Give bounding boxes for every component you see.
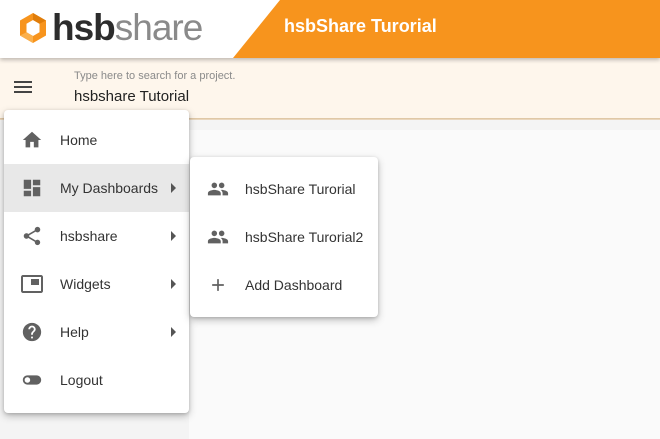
dashboard-icon [20,176,44,200]
dashboard-item-label: hsbShare Turorial2 [245,229,364,245]
chevron-right-icon [171,327,176,337]
help-icon [20,320,44,344]
widgets-icon [20,272,44,296]
dashboards-submenu: hsbShare Turorial hsbShare Turorial2 Add… [190,157,378,317]
dashboard-item[interactable]: hsbShare Turorial [190,165,378,213]
logo-text: hsbshare [52,7,204,48]
menu-line-icon [14,86,32,88]
logo-text-light: share [114,7,204,48]
people-icon [204,177,232,201]
hsbshare-logo[interactable]: hsbshare [18,7,204,48]
menu-line-icon [14,91,32,93]
share-icon [20,224,44,248]
hamburger-menu-button[interactable] [14,78,36,100]
menu-item-help[interactable]: Help [4,308,189,356]
search-input[interactable] [74,88,644,105]
chevron-right-icon [171,279,176,289]
menu-item-logout[interactable]: Logout [4,356,189,404]
main-menu: Home My Dashboards hsbshare Widgets Help… [4,110,189,413]
menu-item-my-dashboards[interactable]: My Dashboards [4,164,189,212]
plus-icon [204,273,232,297]
menu-item-hsbshare[interactable]: hsbshare [4,212,189,260]
menu-item-label: hsbshare [60,228,118,244]
logo-text-bold: hsb [52,7,116,48]
dashboard-item-label: hsbShare Turorial [245,181,356,197]
menu-line-icon [14,81,32,83]
menu-item-label: Help [60,324,89,340]
project-title: hsbShare Turorial [284,16,437,36]
toggle-icon [20,368,44,392]
menu-item-label: My Dashboards [60,180,159,196]
home-icon [20,128,44,152]
menu-item-home[interactable]: Home [4,116,189,164]
menu-item-label: Widgets [60,276,111,292]
app-header: hsbshare hsbShare Turorial [0,0,660,58]
dashboard-item[interactable]: hsbShare Turorial2 [190,213,378,261]
chevron-right-icon [171,231,176,241]
add-dashboard-button[interactable]: Add Dashboard [190,261,378,309]
people-icon [204,225,232,249]
menu-item-label: Logout [60,372,103,388]
menu-item-label: Home [60,132,98,148]
menu-item-widgets[interactable]: Widgets [4,260,189,308]
logo-hexagon-icon [20,13,46,43]
add-dashboard-label: Add Dashboard [245,277,343,293]
logo-area: hsbshare [0,0,280,58]
search-placeholder-label: Type here to search for a project. [74,70,236,82]
chevron-right-icon [171,183,176,193]
